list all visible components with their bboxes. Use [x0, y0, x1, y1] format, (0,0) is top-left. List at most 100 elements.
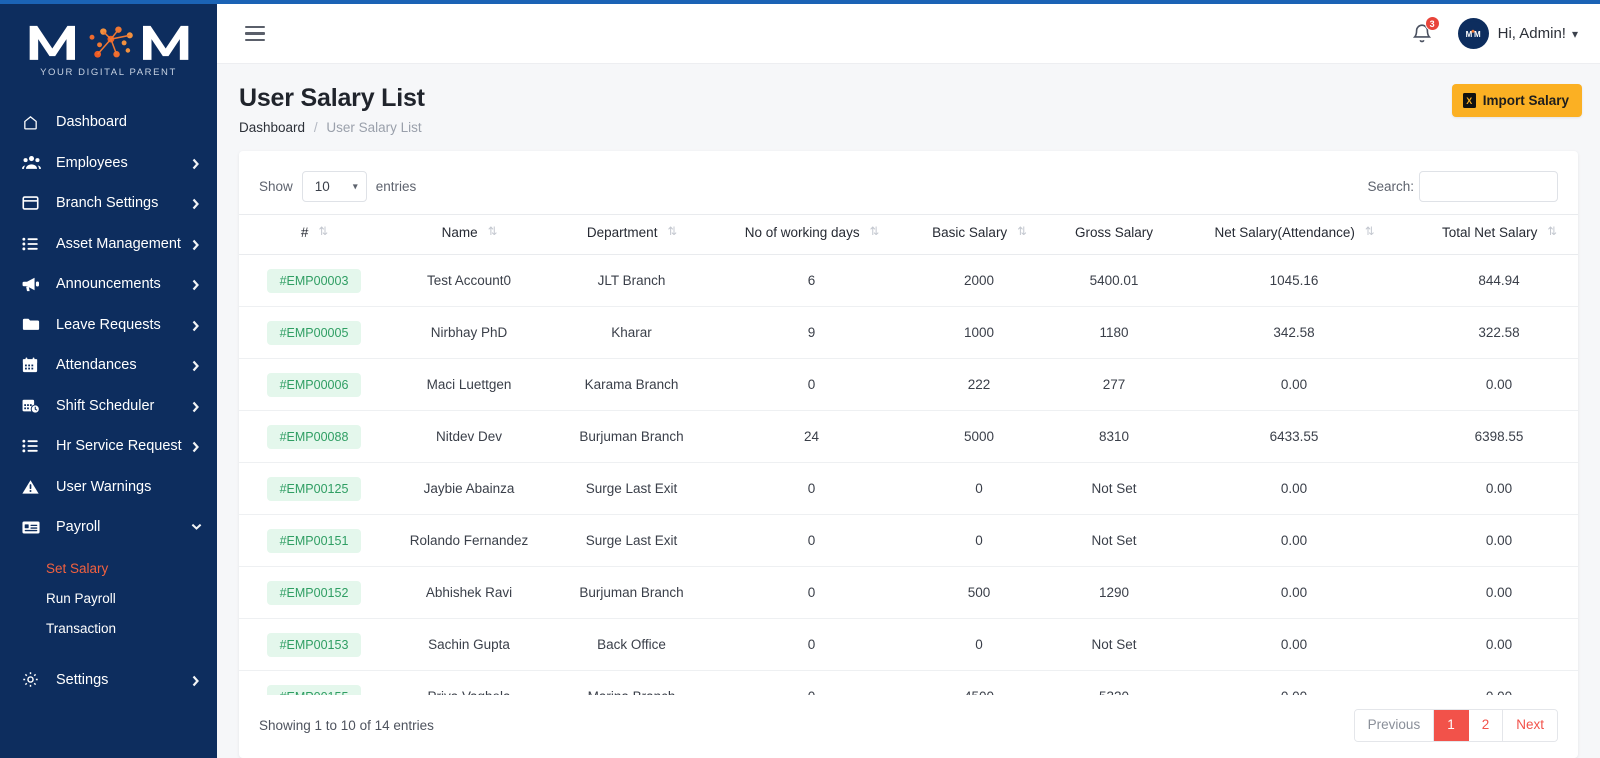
employee-id-badge: #EMP00006	[267, 373, 362, 397]
cell-working-days: 0	[714, 463, 909, 515]
show-label: Show	[259, 179, 293, 194]
submenu-item-set-salary[interactable]: Set Salary	[0, 554, 217, 584]
col-header-net-salary-attendance[interactable]: Net Salary(Attendance)⇅	[1179, 215, 1409, 255]
col-header-gross-salary[interactable]: Gross Salary	[1049, 215, 1179, 255]
sidebar-item-branch-settings[interactable]: Branch Settings	[0, 183, 217, 224]
search-control: Search:	[1367, 171, 1558, 202]
app-root: YOUR DIGITAL PARENT Dashboard Employees	[0, 0, 1600, 758]
submenu-item-run-payroll[interactable]: Run Payroll	[0, 584, 217, 614]
sidebar-item-label: Shift Scheduler	[56, 398, 191, 414]
table-row: #EMP00005Nirbhay PhDKharar910001180342.5…	[239, 307, 1578, 359]
sidebar-nav: Dashboard Employees Branch Settings	[0, 96, 217, 700]
chevron-down-icon: ▾	[1572, 27, 1578, 41]
cell-name: Rolando Fernandez	[389, 515, 549, 567]
search-input[interactable]	[1419, 171, 1558, 202]
col-header-basic-salary[interactable]: Basic Salary⇅	[909, 215, 1049, 255]
col-header-total-net-salary[interactable]: Total Net Salary⇅	[1409, 215, 1578, 255]
table-row: #EMP00088Nitdev DevBurjuman Branch245000…	[239, 411, 1578, 463]
sidebar-item-employees[interactable]: Employees	[0, 143, 217, 184]
cell-working-days: 24	[714, 411, 909, 463]
chevron-right-icon	[191, 279, 201, 289]
page-size-select[interactable]: 102550100	[302, 171, 367, 202]
sidebar-item-shift-scheduler[interactable]: Shift Scheduler	[0, 386, 217, 427]
cell-basic-salary: 0	[909, 463, 1049, 515]
col-header-id[interactable]: #⇅	[239, 215, 389, 255]
list-icon	[22, 438, 44, 454]
cell-gross-salary: Not Set	[1049, 619, 1179, 671]
cell-department: JLT Branch	[549, 255, 714, 307]
table-row: #EMP00125Jaybie AbainzaSurge Last Exit00…	[239, 463, 1578, 515]
cell-working-days: 6	[714, 255, 909, 307]
page-size-select-wrap: 102550100 ▾	[302, 171, 367, 202]
cell-name: Maci Luettgen	[389, 359, 549, 411]
chevron-down-icon	[191, 522, 201, 532]
sidebar-item-leave-requests[interactable]: Leave Requests	[0, 305, 217, 346]
pagination-page-1[interactable]: 1	[1434, 710, 1469, 741]
cell-basic-salary: 1000	[909, 307, 1049, 359]
employee-id-badge: #EMP00125	[267, 477, 362, 501]
cell-emp-id: #EMP00151	[239, 515, 389, 567]
cell-basic-salary: 0	[909, 619, 1049, 671]
breadcrumb-separator: /	[314, 120, 318, 135]
breadcrumb: Dashboard / User Salary List	[239, 120, 425, 135]
cell-department: Burjuman Branch	[549, 411, 714, 463]
sidebar-item-payroll[interactable]: Payroll	[0, 507, 217, 548]
sort-icon: ⇅	[1547, 227, 1556, 239]
user-menu[interactable]: M M Hi, Admin! ▾	[1458, 18, 1578, 49]
import-salary-button[interactable]: X Import Salary	[1452, 84, 1582, 117]
cell-total-net-salary: 0.00	[1409, 515, 1578, 567]
cell-basic-salary: 4500	[909, 671, 1049, 696]
cell-working-days: 9	[714, 307, 909, 359]
megaphone-icon	[22, 276, 44, 292]
sidebar-item-announcements[interactable]: Announcements	[0, 264, 217, 305]
sidebar-item-dashboard[interactable]: Dashboard	[0, 102, 217, 143]
chevron-right-icon	[191, 441, 201, 451]
sidebar-item-label: Hr Service Request	[56, 438, 191, 454]
cell-gross-salary: 5320	[1049, 671, 1179, 696]
pagination-previous[interactable]: Previous	[1355, 710, 1435, 741]
cell-basic-salary: 2000	[909, 255, 1049, 307]
hamburger-icon[interactable]	[241, 22, 269, 46]
cell-total-net-salary: 0.00	[1409, 619, 1578, 671]
excel-file-icon: X	[1463, 93, 1476, 108]
table-row: #EMP00152Abhishek RaviBurjuman Branch050…	[239, 567, 1578, 619]
pagination-next[interactable]: Next	[1503, 710, 1557, 741]
avatar-logo-icon: M M	[1460, 21, 1486, 47]
sidebar-item-label: Employees	[56, 155, 191, 171]
col-header-working-days[interactable]: No of working days⇅	[714, 215, 909, 255]
submenu-item-transaction[interactable]: Transaction	[0, 614, 217, 644]
card-icon	[22, 520, 44, 535]
cell-total-net-salary: 322.58	[1409, 307, 1578, 359]
col-label: No of working days	[745, 225, 860, 240]
col-header-name[interactable]: Name⇅	[389, 215, 549, 255]
cell-department: Burjuman Branch	[549, 567, 714, 619]
brand-logo[interactable]: YOUR DIGITAL PARENT	[0, 4, 217, 96]
show-entries-control: Show 102550100 ▾ entries	[259, 171, 416, 202]
user-greeting: Hi, Admin!	[1498, 25, 1566, 42]
cell-working-days: 0	[714, 671, 909, 696]
cell-department: Surge Last Exit	[549, 515, 714, 567]
cell-department: Karama Branch	[549, 359, 714, 411]
sidebar-item-asset-management[interactable]: Asset Management	[0, 224, 217, 265]
chevron-right-icon	[191, 675, 201, 685]
table-footer: Showing 1 to 10 of 14 entries Previous 1…	[239, 695, 1578, 758]
chevron-right-icon	[191, 320, 201, 330]
table-scroll: #⇅ Name⇅ Department⇅ No of working days⇅…	[239, 214, 1578, 695]
sidebar-item-user-warnings[interactable]: User Warnings	[0, 467, 217, 508]
employee-id-badge: #EMP00153	[267, 633, 362, 657]
breadcrumb-dashboard[interactable]: Dashboard	[239, 120, 305, 135]
cell-total-net-salary: 0.00	[1409, 359, 1578, 411]
cell-total-net-salary: 0.00	[1409, 567, 1578, 619]
sidebar-item-settings[interactable]: Settings	[0, 660, 217, 701]
col-label: Gross Salary	[1075, 225, 1153, 240]
chevron-right-icon	[191, 239, 201, 249]
sort-icon: ⇅	[667, 227, 676, 239]
chevron-right-icon	[191, 401, 201, 411]
sidebar-item-attendances[interactable]: Attendances	[0, 345, 217, 386]
cell-emp-id: #EMP00088	[239, 411, 389, 463]
pagination-page-2[interactable]: 2	[1469, 710, 1504, 741]
notifications-button[interactable]: 3	[1410, 21, 1434, 46]
col-header-department[interactable]: Department⇅	[549, 215, 714, 255]
sidebar-item-hr-service-request[interactable]: Hr Service Request	[0, 426, 217, 467]
cell-emp-id: #EMP00005	[239, 307, 389, 359]
